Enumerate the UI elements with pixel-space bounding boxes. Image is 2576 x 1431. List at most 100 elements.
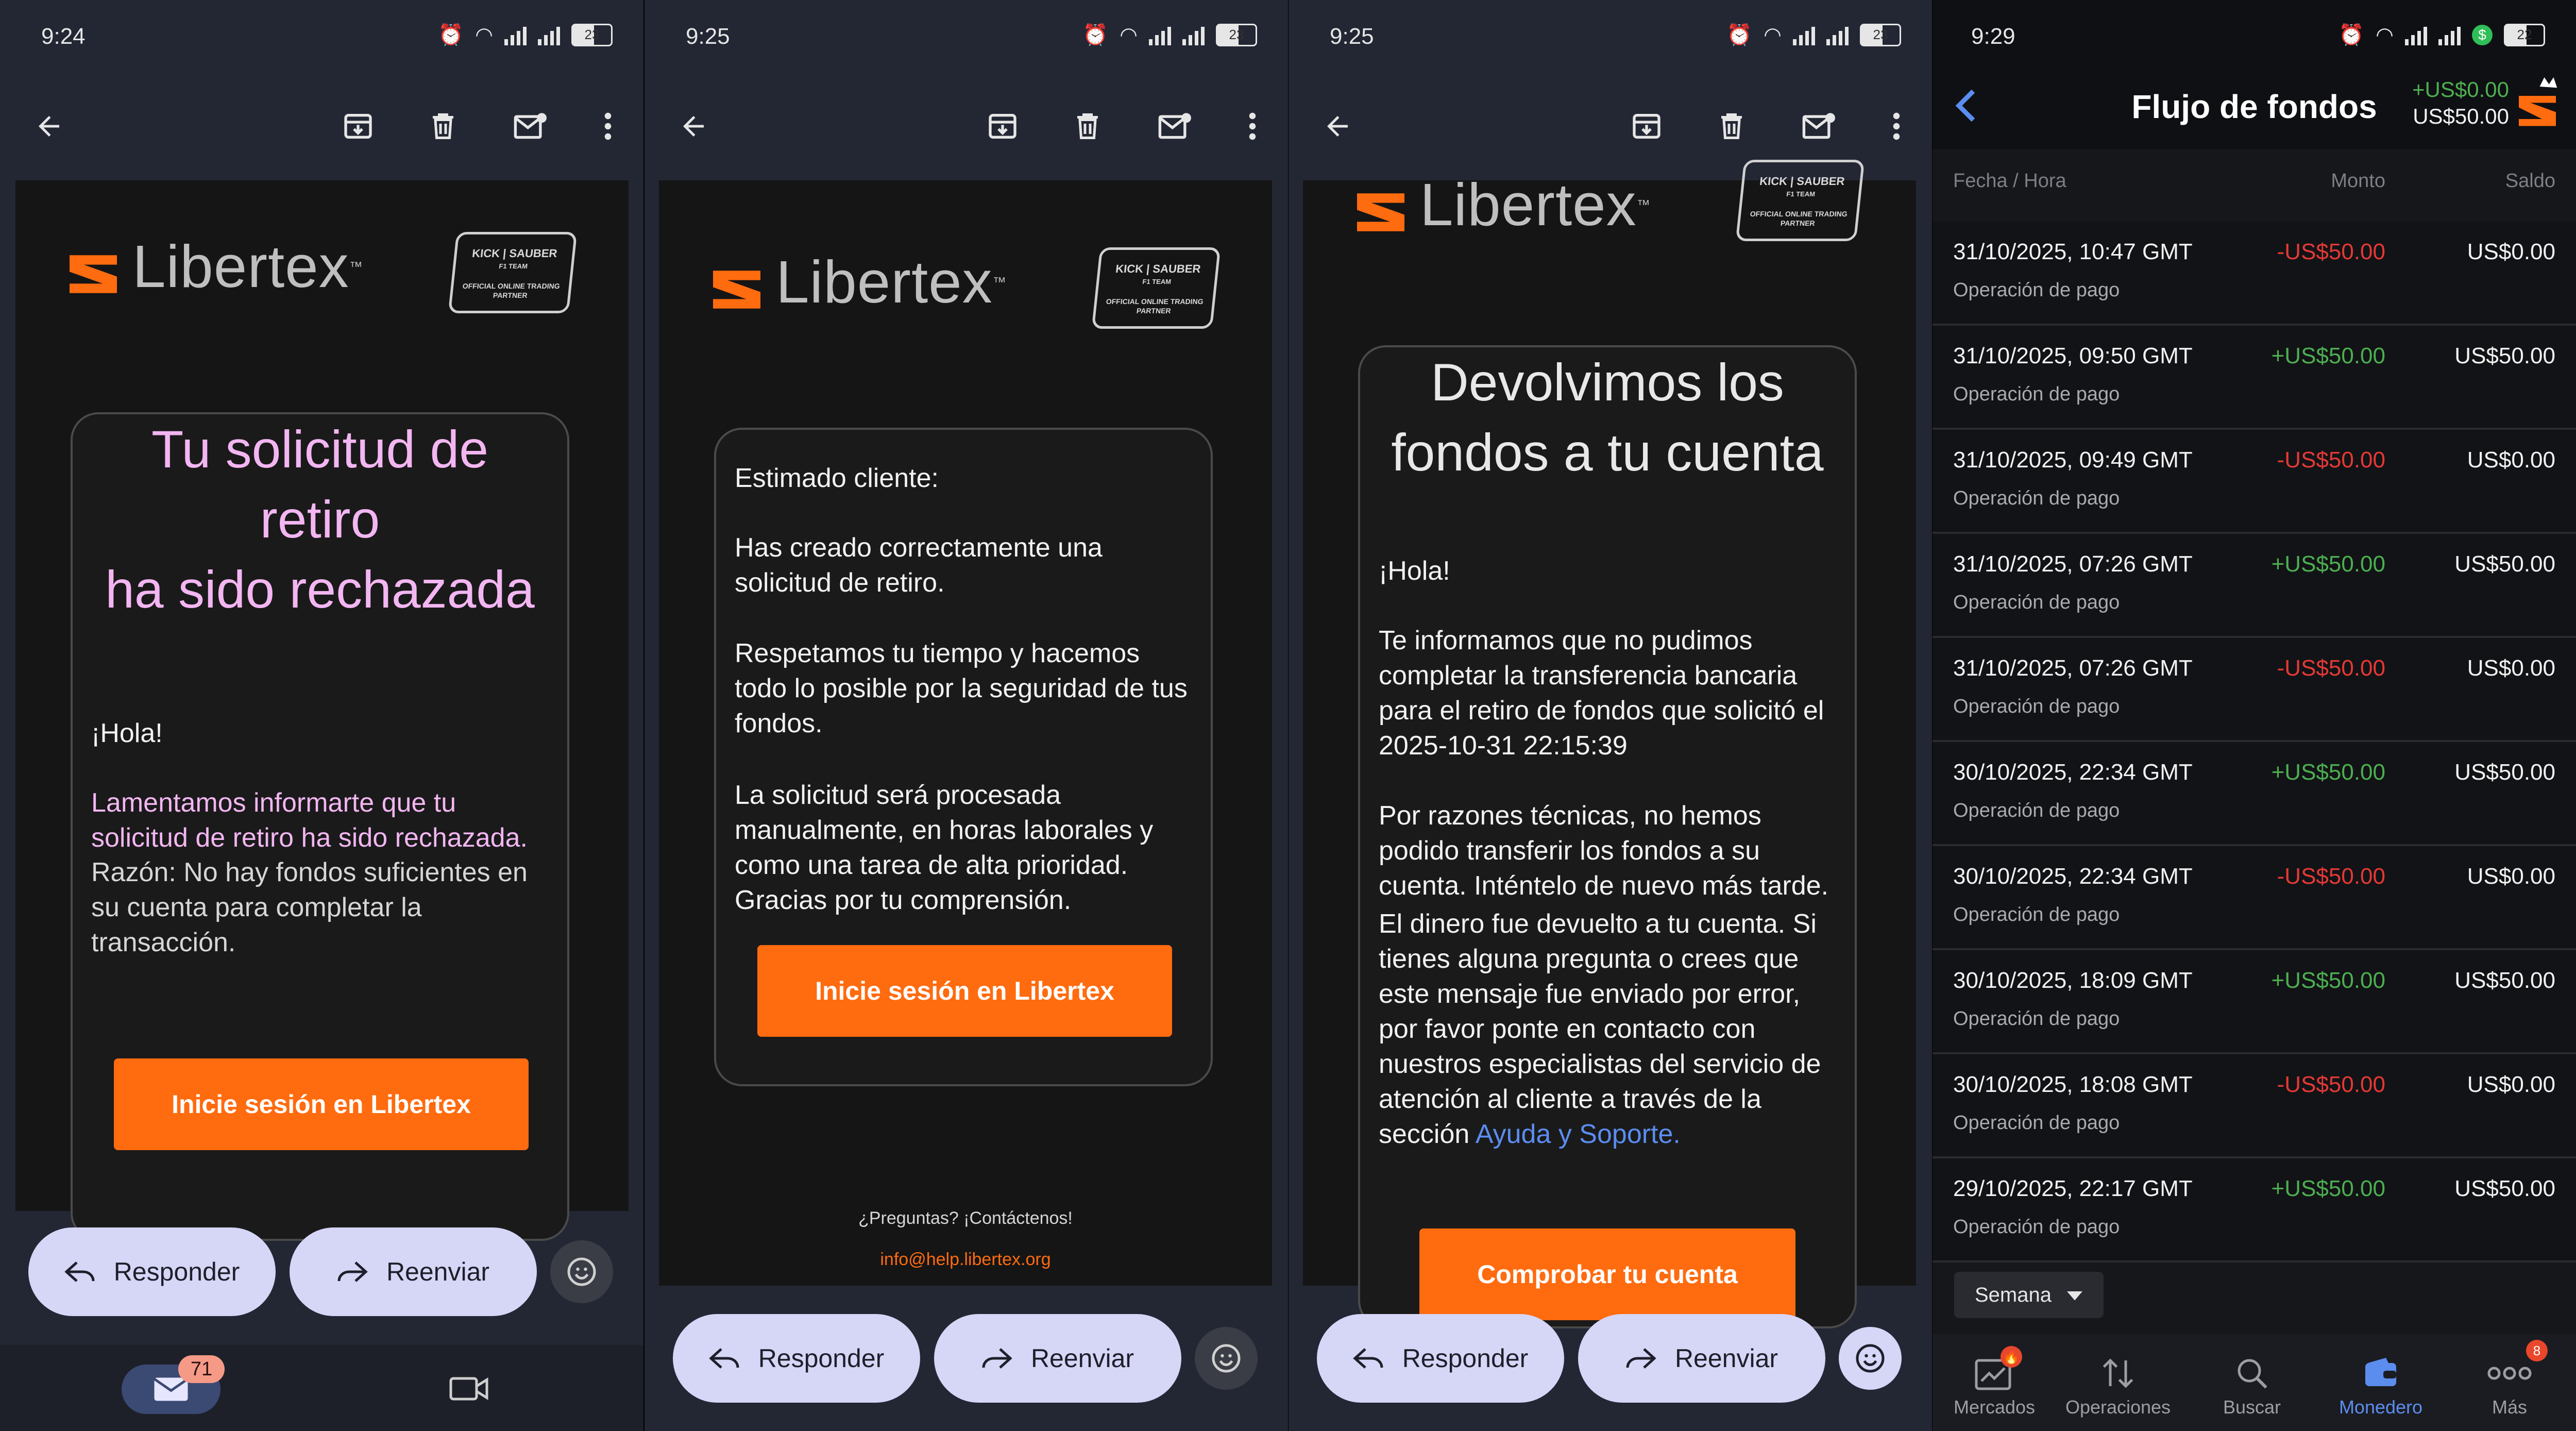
support-link[interactable]: Ayuda y Soporte. xyxy=(1476,1119,1681,1149)
forward-icon xyxy=(982,1348,1012,1369)
libertex-logo-icon xyxy=(1357,181,1404,231)
gmail-bottom-nav xyxy=(0,1345,643,1431)
archive-icon[interactable] xyxy=(335,103,381,149)
transaction-row[interactable]: 30/10/2025, 22:34 GMT Operación de pago -U… xyxy=(1933,846,2576,950)
reply-button[interactable]: Responder xyxy=(28,1227,276,1316)
panel-email-created: 9:25 ⏰ ◠ 23 Libertex ™ KICK | SAUBER F1 TE… xyxy=(645,0,1288,1431)
trash-icon[interactable] xyxy=(1064,103,1111,149)
nav-operaciones[interactable]: Operaciones xyxy=(2056,1350,2180,1418)
libertex-logo: Libertex ™ xyxy=(70,232,363,301)
trash-icon[interactable] xyxy=(1708,103,1755,149)
transaction-balance: US$0.00 xyxy=(2467,1072,2555,1097)
status-time: 9:25 xyxy=(1330,24,1374,49)
libertex-logo-icon xyxy=(70,243,117,293)
libertex-crown-icon[interactable] xyxy=(2514,72,2561,131)
transaction-row[interactable]: 31/10/2025, 09:49 GMT Operación de pago -U… xyxy=(1933,430,2576,534)
back-arrow-icon[interactable] xyxy=(1314,103,1361,149)
mercados-badge: 🔥 xyxy=(2001,1346,2022,1368)
transaction-type: Operación de pago xyxy=(1953,1216,2120,1238)
trash-icon[interactable] xyxy=(420,103,466,149)
brand-name: Libertex xyxy=(132,233,349,300)
more-vert-icon[interactable] xyxy=(1229,103,1276,149)
balance-summary: +US$0.00 US$50.00 xyxy=(2412,76,2509,130)
login-button[interactable]: Inicie sesión en Libertex xyxy=(114,1058,529,1150)
emoji-reaction-icon[interactable] xyxy=(1839,1327,1902,1390)
back-arrow-icon[interactable] xyxy=(670,103,717,149)
transaction-row[interactable]: 30/10/2025, 18:08 GMT Operación de pago -U… xyxy=(1933,1054,2576,1158)
battery-icon: 23 xyxy=(571,23,613,46)
status-bar: 9:25 ⏰ ◠ 23 xyxy=(1289,0,1932,72)
nav-mas[interactable]: Más xyxy=(2448,1350,2571,1418)
paragraph-2: Por razones técnicas, no hemos podido tr… xyxy=(1379,801,1829,901)
reply-icon xyxy=(708,1348,739,1369)
transaction-amount: -US$50.00 xyxy=(2277,239,2385,264)
wifi-icon: ◠ xyxy=(2376,23,2394,46)
forward-button[interactable]: Reenviar xyxy=(1578,1314,1825,1403)
transaction-row[interactable]: 31/10/2025, 10:47 GMT Operación de pago -U… xyxy=(1933,222,2576,326)
transaction-date: 30/10/2025, 18:08 GMT xyxy=(1953,1072,2193,1097)
transaction-amount: -US$50.00 xyxy=(2277,655,2385,681)
emoji-reaction-icon[interactable] xyxy=(550,1240,613,1303)
reply-button[interactable]: Responder xyxy=(1317,1314,1564,1403)
status-time: 9:25 xyxy=(686,24,730,49)
panel-email-refunded: 9:25 ⏰ ◠ 23 Libertex ™ KICK | SAUBER F1 TE… xyxy=(1289,0,1932,1431)
transaction-type: Operación de pago xyxy=(1953,592,2120,613)
transaction-row[interactable]: 29/10/2025, 22:17 GMT Operación de pago +U… xyxy=(1933,1158,2576,1262)
mail-unread-icon[interactable] xyxy=(1152,103,1198,149)
libertex-logo: Libertex ™ xyxy=(1357,170,1651,239)
trademark: ™ xyxy=(992,274,1007,290)
transaction-row[interactable]: 30/10/2025, 18:09 GMT Operación de pago +U… xyxy=(1933,950,2576,1054)
transaction-type: Operación de pago xyxy=(1953,279,2120,301)
transaction-date: 31/10/2025, 09:49 GMT xyxy=(1953,447,2193,473)
sauber-partner-badge: KICK | SAUBER F1 TEAM OFFICIAL ONLINE TRAD… xyxy=(1091,247,1221,329)
nav-buscar[interactable]: Buscar xyxy=(2190,1350,2314,1418)
email-heading: Tu solicitud de retiro ha sido rechazada xyxy=(105,420,535,619)
transaction-type: Operación de pago xyxy=(1953,487,2120,509)
brand-name: Libertex xyxy=(776,248,993,315)
forward-button[interactable]: Reenviar xyxy=(290,1227,537,1316)
nav-mercados[interactable]: Mercados xyxy=(1933,1350,2056,1418)
emoji-reaction-icon[interactable] xyxy=(1195,1327,1258,1390)
footer-email-link[interactable]: info@help.libertex.org xyxy=(659,1250,1272,1270)
wifi-icon: ◠ xyxy=(1764,23,1782,46)
transaction-amount: +US$50.00 xyxy=(2271,343,2385,368)
status-icons: ⏰ ◠ $ 22 xyxy=(2338,23,2545,47)
reply-icon xyxy=(1352,1348,1383,1369)
col-date: Fecha / Hora xyxy=(1953,170,2066,192)
status-time: 9:24 xyxy=(41,24,86,49)
transaction-type: Operación de pago xyxy=(1953,696,2120,717)
mail-count-badge: 71 xyxy=(178,1355,225,1383)
forward-button[interactable]: Reenviar xyxy=(934,1314,1181,1403)
transaction-balance: US$50.00 xyxy=(2454,551,2555,577)
mail-unread-icon[interactable] xyxy=(507,103,554,149)
more-vert-icon[interactable] xyxy=(585,103,631,149)
transaction-row[interactable]: 31/10/2025, 07:26 GMT Operación de pago +U… xyxy=(1933,534,2576,638)
status-bar: 9:24 ⏰ ◠ 23 xyxy=(0,0,643,72)
login-button[interactable]: Inicie sesión en Libertex xyxy=(757,945,1172,1037)
transaction-row[interactable]: 31/10/2025, 07:26 GMT Operación de pago -U… xyxy=(1933,638,2576,742)
meet-video-icon[interactable] xyxy=(448,1373,489,1407)
archive-icon[interactable] xyxy=(979,103,1026,149)
signal-icon xyxy=(1149,25,1171,45)
nav-monedero[interactable]: Monedero xyxy=(2319,1350,2443,1418)
period-dropdown[interactable]: Semana xyxy=(1954,1272,2104,1318)
signal-icon xyxy=(1793,25,1815,45)
transaction-row[interactable]: 30/10/2025, 22:34 GMT Operación de pago +U… xyxy=(1933,742,2576,846)
more-vert-icon[interactable] xyxy=(1873,103,1920,149)
back-arrow-icon[interactable] xyxy=(26,103,72,149)
dollar-app-icon: $ xyxy=(2472,24,2493,45)
transaction-date: 31/10/2025, 07:26 GMT xyxy=(1953,551,2193,577)
sauber-partner-badge: KICK | SAUBER F1 TEAM OFFICIAL ONLINE TRAD… xyxy=(1735,160,1865,241)
reply-button[interactable]: Responder xyxy=(673,1314,920,1403)
archive-icon[interactable] xyxy=(1623,103,1670,149)
mas-badge: 8 xyxy=(2526,1340,2548,1361)
mail-unread-icon[interactable] xyxy=(1796,103,1842,149)
check-account-button[interactable]: Comprobar tu cuenta xyxy=(1419,1228,1795,1320)
chart-icon xyxy=(1933,1350,2056,1396)
status-icons: ⏰ ◠ 23 xyxy=(438,23,613,47)
transaction-balance: US$0.00 xyxy=(2467,447,2555,473)
transaction-balance: US$0.00 xyxy=(2467,239,2555,264)
signal-icon xyxy=(504,25,527,45)
alarm-icon: ⏰ xyxy=(438,24,464,46)
transaction-row[interactable]: 31/10/2025, 09:50 GMT Operación de pago +U… xyxy=(1933,326,2576,430)
